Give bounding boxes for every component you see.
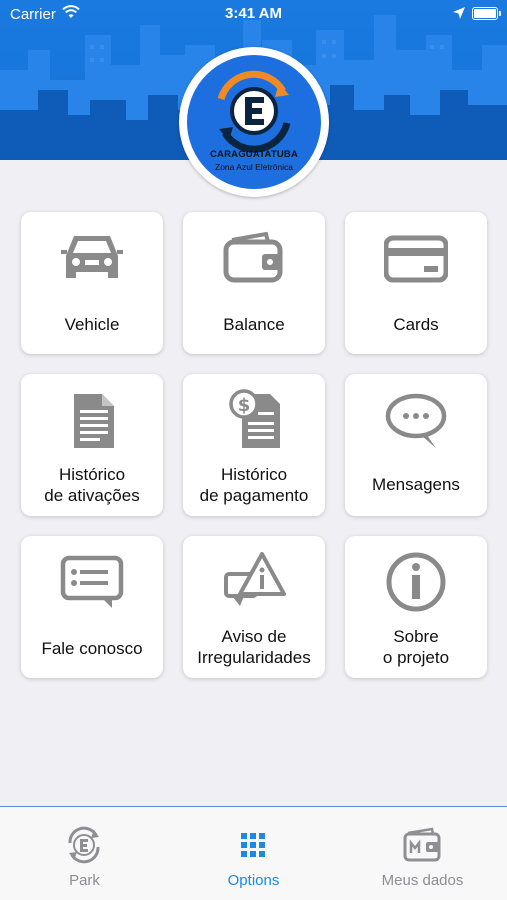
clock: 3:41 AM (225, 5, 282, 22)
activation-history-label: Histórico de ativações (44, 465, 140, 505)
my-data-wallet-icon (403, 827, 441, 862)
payment-history-label: Histórico de pagamento (199, 465, 309, 505)
menu-tile-irregularity[interactable]: Aviso de Irregularidades (183, 536, 325, 678)
grid-icon (241, 833, 265, 857)
warning-report-icon (224, 552, 286, 606)
svg-text:$: $ (238, 395, 251, 416)
menu-tile-cards[interactable]: Cards (345, 212, 487, 354)
menu-tile-activation-history[interactable]: Histórico de ativações (21, 374, 163, 516)
vehicle-label: Vehicle (64, 315, 120, 334)
park-e-icon (68, 826, 100, 864)
tab-options-label: Options (227, 872, 280, 889)
app-logo: CARAGUATATUBA Zona Azul Eletrônica (179, 47, 329, 197)
chat-bubble-icon (385, 393, 447, 448)
menu-tile-messages[interactable]: Mensagens (345, 374, 487, 516)
tab-my-data[interactable]: Meus dados (338, 807, 507, 900)
messages-label: Mensagens (372, 475, 460, 494)
logo-badge: CARAGUATATUBA Zona Azul Eletrônica (187, 55, 321, 189)
menu-tile-about[interactable]: Sobre o projeto (345, 536, 487, 678)
tab-my-data-label: Meus dados (381, 872, 464, 889)
credit-card-icon (384, 235, 448, 283)
tab-park-label: Park (69, 872, 100, 889)
payment-receipt-icon: $ (229, 389, 280, 448)
car-icon (61, 236, 123, 278)
battery-icon (472, 7, 501, 20)
contact-label: Fale conosco (41, 639, 143, 658)
menu-tile-payment-history[interactable]: $ Histórico de pagamento (183, 374, 325, 516)
cards-label: Cards (393, 315, 439, 334)
irregularity-label: Aviso de Irregularidades (197, 627, 311, 667)
document-icon (74, 394, 114, 448)
menu-tile-balance[interactable]: Balance (183, 212, 325, 354)
tab-park[interactable]: Park (0, 807, 169, 900)
tab-options[interactable]: Options (169, 807, 338, 900)
info-icon (386, 552, 446, 612)
menu-tile-vehicle[interactable]: Vehicle (21, 212, 163, 354)
message-box-icon (60, 555, 124, 608)
tab-bar: Park Options Meus dados (0, 806, 507, 900)
menu-tile-contact[interactable]: Fale conosco (21, 536, 163, 678)
about-label: Sobre o projeto (382, 627, 450, 667)
balance-label: Balance (223, 315, 285, 334)
logo-title: CARAGUATATUBA (209, 149, 299, 160)
logo-subtitle: Zona Azul Eletrônica (215, 162, 293, 172)
status-bar: Carrier 3:41 AM (0, 0, 507, 28)
location-arrow-icon (453, 7, 465, 19)
wallet-icon (223, 231, 283, 283)
